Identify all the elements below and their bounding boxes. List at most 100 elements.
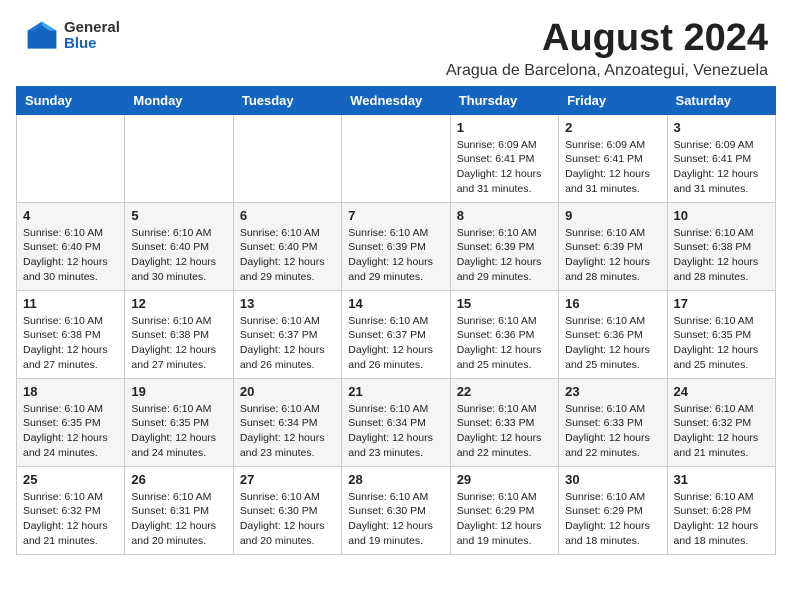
calendar-cell: 13Sunrise: 6:10 AM Sunset: 6:37 PM Dayli… [233, 290, 341, 378]
day-number: 31 [674, 472, 769, 487]
calendar-cell: 6Sunrise: 6:10 AM Sunset: 6:40 PM Daylig… [233, 202, 341, 290]
calendar-cell [17, 114, 125, 202]
day-number: 11 [23, 296, 118, 311]
cell-info: Sunrise: 6:10 AM Sunset: 6:29 PM Dayligh… [457, 490, 552, 549]
cell-info: Sunrise: 6:10 AM Sunset: 6:38 PM Dayligh… [674, 226, 769, 285]
calendar-table: SundayMondayTuesdayWednesdayThursdayFrid… [16, 86, 776, 555]
cell-info: Sunrise: 6:10 AM Sunset: 6:30 PM Dayligh… [240, 490, 335, 549]
cell-info: Sunrise: 6:10 AM Sunset: 6:40 PM Dayligh… [131, 226, 226, 285]
calendar-cell: 23 Sunrise: 6:10 AM Sunset: 6:33 PM Dayli… [559, 378, 667, 466]
calendar-week-2: 4Sunrise: 6:10 AM Sunset: 6:40 PM Daylig… [17, 202, 776, 290]
cell-info: Sunrise: 6:09 AM Sunset: 6:41 PM Dayligh… [565, 138, 660, 197]
calendar-cell: 4Sunrise: 6:10 AM Sunset: 6:40 PM Daylig… [17, 202, 125, 290]
weekday-header-tuesday: Tuesday [233, 86, 341, 114]
calendar-cell: 15 Sunrise: 6:10 AM Sunset: 6:36 PM Dayli… [450, 290, 558, 378]
calendar-cell: 20 Sunrise: 6:10 AM Sunset: 6:34 PM Dayli… [233, 378, 341, 466]
cell-info: Sunrise: 6:10 AM Sunset: 6:28 PM Dayligh… [674, 490, 769, 549]
day-number: 15 [457, 296, 552, 311]
calendar-cell: 7 Sunrise: 6:10 AM Sunset: 6:39 PM Daylig… [342, 202, 450, 290]
weekday-header-sunday: Sunday [17, 86, 125, 114]
calendar-cell: 10Sunrise: 6:10 AM Sunset: 6:38 PM Dayli… [667, 202, 775, 290]
cell-info: Sunrise: 6:10 AM Sunset: 6:34 PM Dayligh… [240, 402, 335, 461]
weekday-header-monday: Monday [125, 86, 233, 114]
calendar-cell: 31 Sunrise: 6:10 AM Sunset: 6:28 PM Dayli… [667, 466, 775, 554]
calendar-body: 1 Sunrise: 6:09 AM Sunset: 6:41 PM Daylig… [17, 114, 776, 554]
calendar-cell: 11 Sunrise: 6:10 AM Sunset: 6:38 PM Dayli… [17, 290, 125, 378]
calendar-cell: 18Sunrise: 6:10 AM Sunset: 6:35 PM Dayli… [17, 378, 125, 466]
day-number: 25 [23, 472, 118, 487]
day-number: 23 [565, 384, 660, 399]
calendar-week-1: 1 Sunrise: 6:09 AM Sunset: 6:41 PM Daylig… [17, 114, 776, 202]
calendar-container: SundayMondayTuesdayWednesdayThursdayFrid… [0, 86, 792, 571]
day-number: 13 [240, 296, 335, 311]
cell-info: Sunrise: 6:10 AM Sunset: 6:33 PM Dayligh… [565, 402, 660, 461]
calendar-cell: 1 Sunrise: 6:09 AM Sunset: 6:41 PM Daylig… [450, 114, 558, 202]
day-number: 16 [565, 296, 660, 311]
calendar-week-4: 18Sunrise: 6:10 AM Sunset: 6:35 PM Dayli… [17, 378, 776, 466]
weekday-header-saturday: Saturday [667, 86, 775, 114]
weekday-header-wednesday: Wednesday [342, 86, 450, 114]
day-number: 1 [457, 120, 552, 135]
day-number: 5 [131, 208, 226, 223]
logo-blue-text: Blue [64, 36, 120, 53]
logo: General Blue [24, 18, 120, 54]
day-number: 12 [131, 296, 226, 311]
day-number: 27 [240, 472, 335, 487]
title-section: August 2024 Aragua de Barcelona, Anzoate… [446, 18, 768, 80]
calendar-cell: 29 Sunrise: 6:10 AM Sunset: 6:29 PM Dayli… [450, 466, 558, 554]
calendar-cell: 21Sunrise: 6:10 AM Sunset: 6:34 PM Dayli… [342, 378, 450, 466]
calendar-cell: 19 Sunrise: 6:10 AM Sunset: 6:35 PM Dayli… [125, 378, 233, 466]
day-number: 2 [565, 120, 660, 135]
cell-info: Sunrise: 6:10 AM Sunset: 6:35 PM Dayligh… [23, 402, 118, 461]
day-number: 9 [565, 208, 660, 223]
cell-info: Sunrise: 6:10 AM Sunset: 6:35 PM Dayligh… [131, 402, 226, 461]
cell-info: Sunrise: 6:10 AM Sunset: 6:34 PM Dayligh… [348, 402, 443, 461]
cell-info: Sunrise: 6:10 AM Sunset: 6:39 PM Dayligh… [348, 226, 443, 285]
calendar-cell: 9 Sunrise: 6:10 AM Sunset: 6:39 PM Daylig… [559, 202, 667, 290]
cell-info: Sunrise: 6:10 AM Sunset: 6:30 PM Dayligh… [348, 490, 443, 549]
weekday-header-friday: Friday [559, 86, 667, 114]
day-number: 26 [131, 472, 226, 487]
calendar-cell: 17Sunrise: 6:10 AM Sunset: 6:35 PM Dayli… [667, 290, 775, 378]
day-number: 29 [457, 472, 552, 487]
day-number: 8 [457, 208, 552, 223]
day-number: 30 [565, 472, 660, 487]
cell-info: Sunrise: 6:10 AM Sunset: 6:31 PM Dayligh… [131, 490, 226, 549]
day-number: 7 [348, 208, 443, 223]
cell-info: Sunrise: 6:09 AM Sunset: 6:41 PM Dayligh… [457, 138, 552, 197]
cell-info: Sunrise: 6:09 AM Sunset: 6:41 PM Dayligh… [674, 138, 769, 197]
day-number: 24 [674, 384, 769, 399]
logo-general-text: General [64, 20, 120, 37]
cell-info: Sunrise: 6:10 AM Sunset: 6:40 PM Dayligh… [23, 226, 118, 285]
cell-info: Sunrise: 6:10 AM Sunset: 6:33 PM Dayligh… [457, 402, 552, 461]
calendar-cell: 8Sunrise: 6:10 AM Sunset: 6:39 PM Daylig… [450, 202, 558, 290]
day-number: 17 [674, 296, 769, 311]
calendar-cell: 14Sunrise: 6:10 AM Sunset: 6:37 PM Dayli… [342, 290, 450, 378]
logo-text: General Blue [64, 20, 120, 53]
cell-info: Sunrise: 6:10 AM Sunset: 6:38 PM Dayligh… [131, 314, 226, 373]
calendar-cell: 25 Sunrise: 6:10 AM Sunset: 6:32 PM Dayli… [17, 466, 125, 554]
cell-info: Sunrise: 6:10 AM Sunset: 6:36 PM Dayligh… [565, 314, 660, 373]
calendar-cell: 2 Sunrise: 6:09 AM Sunset: 6:41 PM Daylig… [559, 114, 667, 202]
calendar-cell [233, 114, 341, 202]
day-number: 14 [348, 296, 443, 311]
calendar-cell [342, 114, 450, 202]
cell-info: Sunrise: 6:10 AM Sunset: 6:36 PM Dayligh… [457, 314, 552, 373]
cell-info: Sunrise: 6:10 AM Sunset: 6:39 PM Dayligh… [565, 226, 660, 285]
weekday-header-row: SundayMondayTuesdayWednesdayThursdayFrid… [17, 86, 776, 114]
calendar-cell: 28Sunrise: 6:10 AM Sunset: 6:30 PM Dayli… [342, 466, 450, 554]
cell-info: Sunrise: 6:10 AM Sunset: 6:40 PM Dayligh… [240, 226, 335, 285]
cell-info: Sunrise: 6:10 AM Sunset: 6:32 PM Dayligh… [23, 490, 118, 549]
calendar-cell: 26 Sunrise: 6:10 AM Sunset: 6:31 PM Dayli… [125, 466, 233, 554]
calendar-cell: 5 Sunrise: 6:10 AM Sunset: 6:40 PM Daylig… [125, 202, 233, 290]
calendar-cell: 22Sunrise: 6:10 AM Sunset: 6:33 PM Dayli… [450, 378, 558, 466]
location-subtitle: Aragua de Barcelona, Anzoategui, Venezue… [446, 62, 768, 80]
page-header: General Blue August 2024 Aragua de Barce… [0, 0, 792, 86]
weekday-header-thursday: Thursday [450, 86, 558, 114]
cell-info: Sunrise: 6:10 AM Sunset: 6:32 PM Dayligh… [674, 402, 769, 461]
day-number: 19 [131, 384, 226, 399]
day-number: 20 [240, 384, 335, 399]
day-number: 3 [674, 120, 769, 135]
cell-info: Sunrise: 6:10 AM Sunset: 6:38 PM Dayligh… [23, 314, 118, 373]
cell-info: Sunrise: 6:10 AM Sunset: 6:29 PM Dayligh… [565, 490, 660, 549]
